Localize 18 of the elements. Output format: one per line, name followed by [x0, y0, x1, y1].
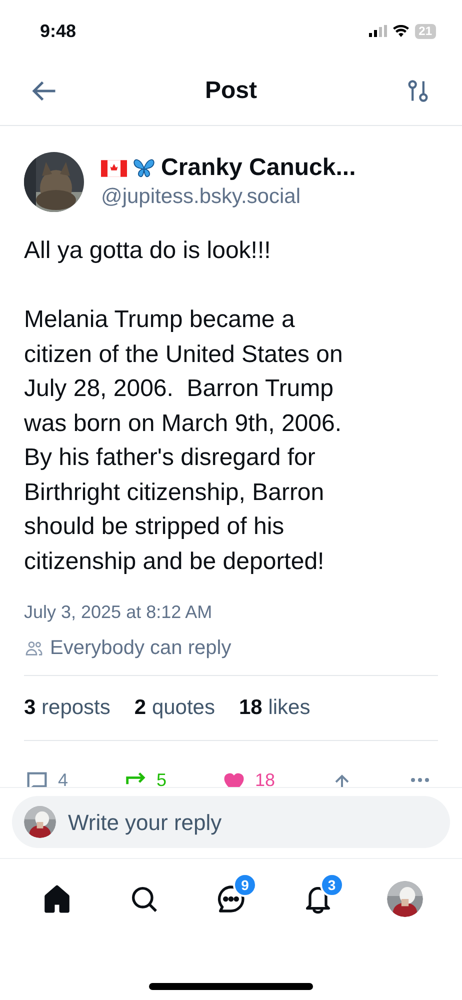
post-stat[interactable]: 3 reposts	[24, 692, 110, 724]
author-handle[interactable]: @jupitess.bsky.social	[101, 183, 356, 211]
count-badge: 9	[232, 873, 257, 897]
reply-field[interactable]: Write your reply	[12, 796, 450, 848]
post-text: All ya gotta do is look!!! Melania Trump became a citizen of the United States on July 28, 2006. Barron Trump was born on March 9th, 2006. By his father's disregard for Birthright citizenship, Barron should be stripped of his citizenship and be deported!	[24, 236, 344, 576]
like-action[interactable]: 18	[221, 769, 276, 787]
post-stat[interactable]: 2 quotes	[134, 692, 215, 724]
author-name[interactable]: Cranky Canuck...	[161, 153, 356, 183]
status-time: 9:48	[40, 20, 76, 42]
reply-setting[interactable]: Everybody can reply	[24, 635, 438, 661]
chat-tab[interactable]: 9	[206, 875, 255, 923]
reply-action[interactable]: 4	[24, 769, 68, 787]
notifications-tab[interactable]: 3	[294, 875, 342, 923]
post-stat[interactable]: 18 likes	[239, 692, 310, 724]
count-badge: 3	[320, 873, 344, 897]
page-title: Post	[204, 76, 257, 106]
post-timestamp: July 3, 2025 at 8:12 AM	[24, 601, 214, 624]
repost-action[interactable]: 5	[122, 769, 167, 787]
